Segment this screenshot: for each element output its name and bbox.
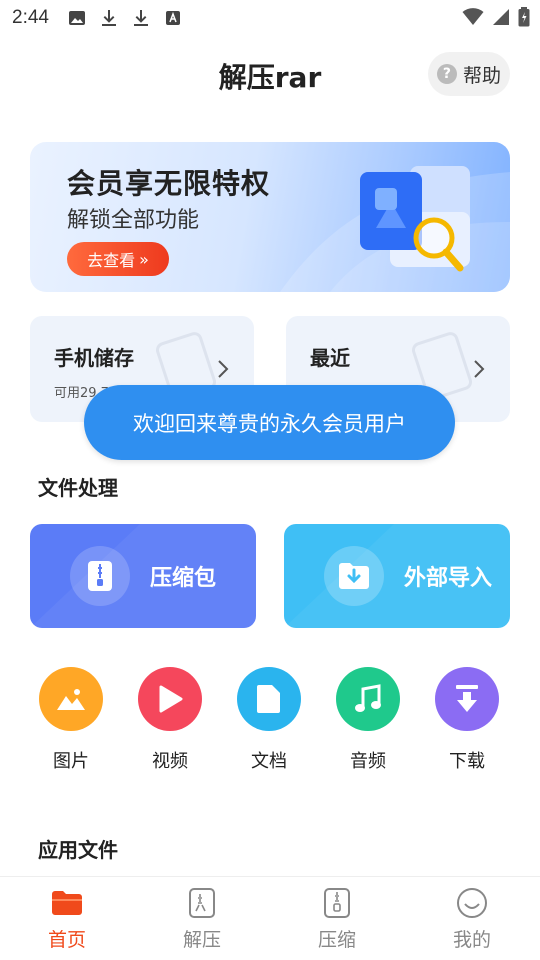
image-icon — [67, 8, 87, 28]
category-label: 下载 — [449, 751, 485, 772]
category-label: 音频 — [350, 751, 386, 772]
category-label: 视频 — [152, 751, 188, 772]
chevron-right-icon — [216, 358, 230, 386]
compress-package-tile[interactable]: 压缩包 — [30, 524, 256, 628]
status-bar: 2:44 — [0, 0, 540, 36]
card-title: 最近 — [310, 346, 350, 370]
app-header: 解压rar ? 帮助 — [0, 50, 540, 100]
double-chevron-icon: » — [139, 249, 149, 269]
nav-label: 首页 — [47, 929, 86, 951]
card-title: 手机储存 — [54, 346, 134, 370]
category-label: 图片 — [53, 751, 89, 772]
welcome-toast: 欢迎回来尊贵的永久会员用户 — [84, 385, 455, 460]
zip-icon — [287, 887, 387, 919]
view-button[interactable]: 去查看 » — [67, 242, 169, 276]
tile-label: 外部导入 — [404, 566, 493, 591]
nav-compress[interactable]: 压缩 — [287, 887, 387, 952]
category-downloads[interactable]: 下载 — [427, 667, 507, 773]
play-icon — [138, 667, 202, 731]
help-button[interactable]: ? 帮助 — [428, 52, 510, 96]
category-images[interactable]: 图片 — [31, 667, 111, 773]
download-icon — [131, 8, 151, 28]
image-icon — [39, 667, 103, 731]
view-button-label: 去查看 — [87, 251, 136, 270]
signal-icon — [492, 8, 510, 30]
nav-mine[interactable]: 我的 — [422, 887, 522, 952]
membership-banner[interactable]: 会员享无限特权 解锁全部功能 去查看 » — [30, 142, 510, 292]
banner-title: 会员享无限特权 — [67, 167, 271, 200]
tile-label: 压缩包 — [150, 566, 217, 591]
help-label: 帮助 — [462, 64, 501, 87]
nav-label: 我的 — [452, 929, 491, 951]
battery-icon — [518, 7, 530, 31]
category-documents[interactable]: 文档 — [229, 667, 309, 773]
download-icon — [99, 8, 119, 28]
section-title-file-processing: 文件处理 — [38, 476, 118, 500]
unzip-icon — [152, 887, 252, 919]
zip-icon — [70, 546, 130, 606]
folder-import-icon — [324, 546, 384, 606]
nav-label: 压缩 — [317, 929, 356, 951]
tile-decoration — [30, 524, 256, 628]
nav-unzip[interactable]: 解压 — [152, 887, 252, 952]
music-icon — [336, 667, 400, 731]
font-icon — [163, 8, 183, 28]
category-audio[interactable]: 音频 — [328, 667, 408, 773]
wifi-icon — [462, 8, 484, 30]
bottom-navigation: 首页 解压 压缩 我的 — [0, 876, 540, 960]
smile-icon — [422, 887, 522, 919]
folder-icon — [17, 887, 117, 919]
nav-label: 解压 — [182, 929, 221, 951]
file-search-illustration — [360, 166, 470, 272]
section-title-app-files: 应用文件 — [38, 838, 118, 862]
question-icon: ? — [436, 64, 457, 84]
banner-subtitle: 解锁全部功能 — [67, 208, 200, 233]
download-icon — [435, 667, 499, 731]
chevron-right-icon — [472, 358, 486, 386]
category-label: 文档 — [251, 751, 287, 772]
nav-home[interactable]: 首页 — [17, 887, 117, 952]
status-time: 2:44 — [12, 7, 49, 28]
document-icon — [237, 667, 301, 731]
category-videos[interactable]: 视频 — [130, 667, 210, 773]
external-import-tile[interactable]: 外部导入 — [284, 524, 510, 628]
